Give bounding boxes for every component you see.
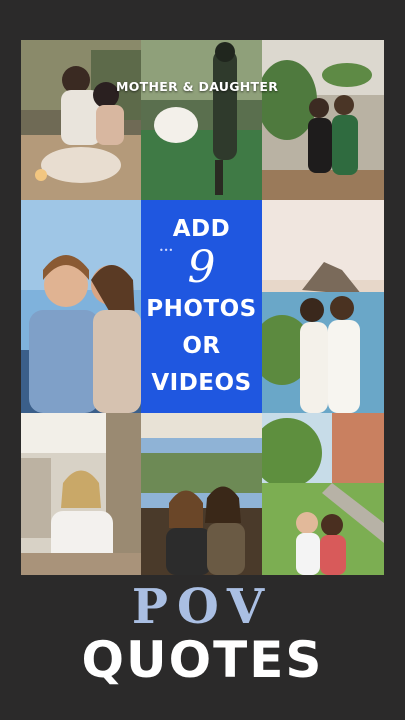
- photo-3[interactable]: [262, 40, 384, 200]
- photo-4[interactable]: [21, 200, 141, 413]
- panel-line-or: OR: [182, 332, 221, 359]
- panel-line-photos: PHOTOS: [146, 295, 257, 322]
- panel-line-videos: VIDEOS: [151, 369, 252, 396]
- photo-1[interactable]: [21, 40, 141, 200]
- photo-grid: ••• ADD 9 PHOTOS OR VIDEOS: [21, 40, 384, 575]
- photo-7[interactable]: [141, 413, 262, 575]
- dots-icon: •••: [159, 246, 174, 255]
- photo-8[interactable]: [262, 413, 384, 575]
- center-panel: ••• ADD 9 PHOTOS OR VIDEOS: [141, 200, 262, 413]
- panel-number: 9: [187, 242, 216, 294]
- panel-line-add: ADD: [172, 216, 231, 243]
- photo-6[interactable]: [21, 413, 141, 575]
- title-quotes: QUOTES: [81, 631, 324, 689]
- photo-2[interactable]: [141, 40, 262, 200]
- title-pov: POV: [131, 579, 274, 635]
- photo-5[interactable]: [262, 200, 384, 413]
- photo-label: MOTHER & DAUGHTER: [116, 79, 279, 94]
